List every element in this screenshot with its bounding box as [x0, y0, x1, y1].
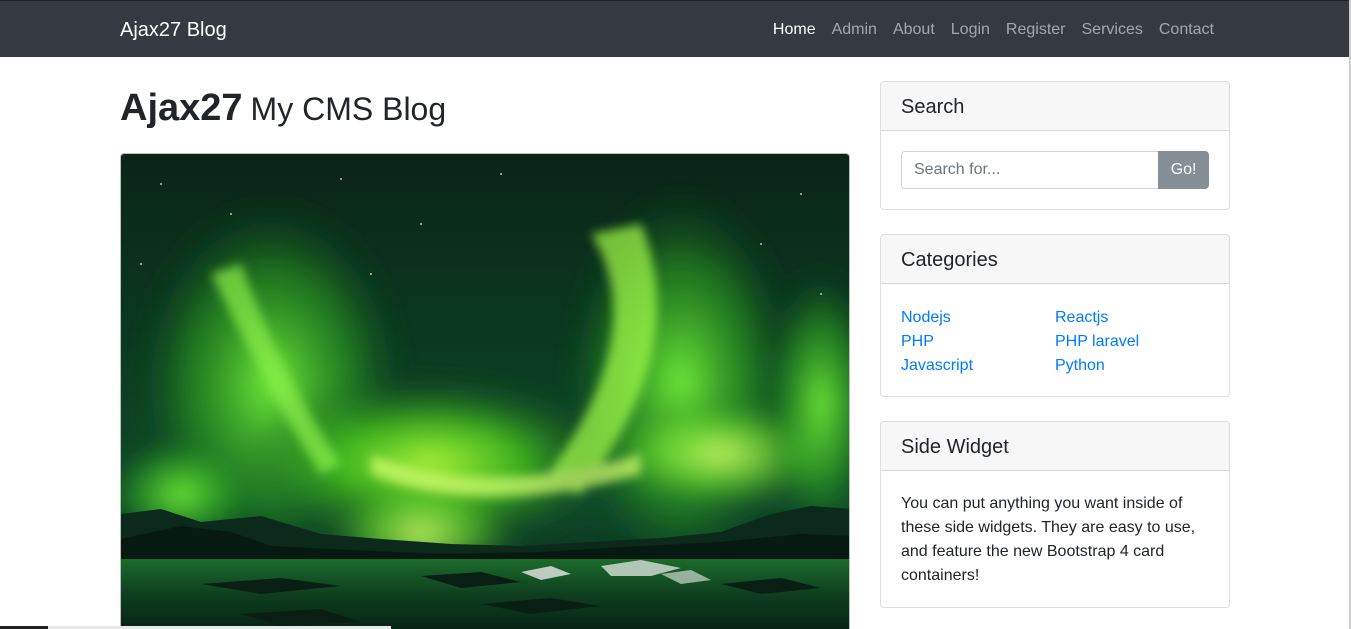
nav-contact[interactable]: Contact [1151, 20, 1222, 40]
nav-about[interactable]: About [885, 20, 943, 40]
navbar: Ajax27 Blog Home Admin About Login Regis… [0, 0, 1349, 57]
category-link-php[interactable]: PHP [901, 333, 934, 350]
nav-services[interactable]: Services [1074, 20, 1151, 40]
nav-home[interactable]: Home [765, 20, 824, 40]
page-title-subtitle: My CMS Blog [250, 91, 447, 127]
categories-card-title: Categories [881, 235, 1229, 284]
search-card: Search Go! [880, 81, 1230, 210]
categories-card: Categories Nodejs PHP Javascript Reactjs… [880, 234, 1230, 397]
brand-link[interactable]: Ajax27 Blog [120, 18, 227, 42]
side-widget-card: Side Widget You can put anything you wan… [880, 421, 1230, 608]
post-image-aurora[interactable] [120, 153, 850, 629]
nav-register[interactable]: Register [998, 20, 1074, 40]
side-widget-text: You can put anything you want inside of … [901, 495, 1196, 584]
search-group: Go! [901, 151, 1209, 189]
nav-admin[interactable]: Admin [824, 20, 885, 40]
category-link-javascript[interactable]: Javascript [901, 357, 973, 374]
aurora-illustration [121, 154, 849, 629]
category-link-php-laravel[interactable]: PHP laravel [1055, 333, 1139, 350]
categories-left-column: Nodejs PHP Javascript [901, 306, 1055, 378]
categories-body: Nodejs PHP Javascript Reactjs PHP larave… [881, 284, 1229, 378]
side-widget-title: Side Widget [881, 422, 1229, 471]
category-link-nodejs[interactable]: Nodejs [901, 309, 951, 326]
categories-right-column: Reactjs PHP laravel Python [1055, 306, 1209, 378]
search-card-title: Search [881, 82, 1229, 131]
nav-login[interactable]: Login [943, 20, 998, 40]
search-button[interactable]: Go! [1158, 151, 1209, 189]
page-title: Ajax27 My CMS Blog [120, 84, 446, 133]
category-link-python[interactable]: Python [1055, 357, 1105, 374]
page-title-main: Ajax27 [120, 87, 243, 129]
search-card-body: Go! [881, 131, 1229, 209]
nav-menu: Home Admin About Login Register Services… [765, 20, 1222, 40]
category-link-reactjs[interactable]: Reactjs [1055, 309, 1108, 326]
search-input[interactable] [901, 151, 1159, 189]
page: Ajax27 Blog Home Admin About Login Regis… [0, 0, 1351, 629]
